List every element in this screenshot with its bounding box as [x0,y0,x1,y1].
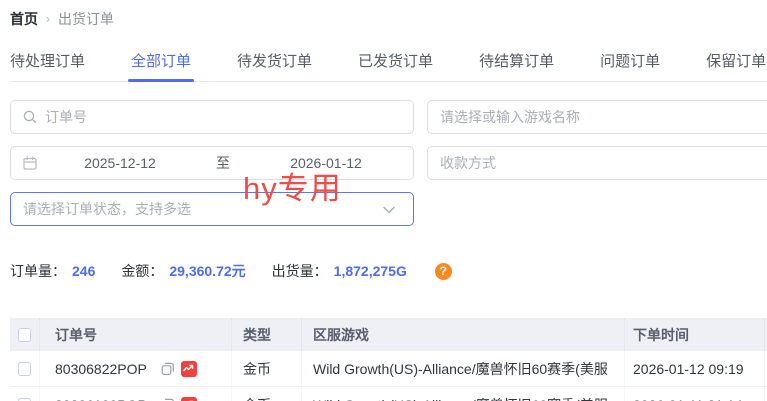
breadcrumb-current: 出货订单 [58,9,114,29]
date-range-separator: 至 [203,153,243,173]
game-server-text: Wild Growth(US)-Alliance/魔兽怀旧60赛季(美服 [302,387,625,401]
date-start-value[interactable]: 2025-12-12 [45,155,195,171]
table-header-row: 订单号 类型 区服游戏 下单时间 [10,318,767,351]
orders-table: 订单号 类型 区服游戏 下单时间 80306822POP 金币 Wild Gro… [10,318,767,401]
shipment-label: 出货量： [272,261,328,281]
header-type: 类型 [232,318,302,351]
payment-method-input[interactable] [440,155,767,171]
chevron-down-icon [383,201,395,217]
tab-all-orders[interactable]: 全部订单 [131,50,191,71]
order-tabs: 待处理订单 全部订单 待发货订单 已发货订单 待结算订单 问题订单 保留订单 [10,50,767,82]
tab-to-settle-orders[interactable]: 待结算订单 [479,50,554,71]
game-server-text: Wild Growth(US)-Alliance/魔兽怀旧60赛季(美服 [302,351,625,386]
help-icon[interactable]: ? [435,263,452,280]
tab-pending-orders[interactable]: 待处理订单 [10,50,85,71]
game-name-select-box[interactable] [427,100,767,134]
order-count-label: 订单量： [10,261,66,281]
summary-stats-bar: 订单量： 246 金额： 29,360.72元 出货量： 1,872,275G … [10,261,767,281]
order-count-value: 246 [72,263,95,279]
row-checkbox[interactable] [18,398,31,401]
order-no-text: 80306199POP [55,397,147,401]
order-type-text: 金币 [232,351,302,386]
amount-label: 金额： [121,261,163,281]
row-checkbox[interactable] [18,362,31,376]
table-row: 80306822POP 金币 Wild Growth(US)-Alliance/… [10,351,767,387]
shipment-value: 1,872,275G [334,263,407,279]
order-status-select[interactable]: 请选择订单状态，支持多选 [10,192,414,226]
breadcrumb-home-link[interactable]: 首页 [10,9,38,29]
order-no-search-box[interactable] [10,100,414,134]
tab-shipped-orders[interactable]: 已发货订单 [358,50,433,71]
date-range-picker[interactable]: 2025-12-12 至 2026-01-12 [10,146,414,180]
filter-panel: 2025-12-12 至 2026-01-12 请选择订单状态，支持多选 [10,100,767,226]
date-end-value[interactable]: 2026-01-12 [251,155,401,171]
search-icon [23,110,37,124]
breadcrumb-separator-icon: › [46,12,50,26]
select-all-checkbox[interactable] [18,328,31,342]
order-time-text: 2026-01-12 09:19 [625,351,765,386]
tab-to-ship-orders[interactable]: 待发货订单 [237,50,312,71]
price-trend-icon[interactable] [181,361,197,377]
payment-method-box[interactable] [427,146,767,180]
game-name-input[interactable] [440,109,767,125]
order-no-text: 80306822POP [55,361,147,377]
copy-icon[interactable] [161,362,175,376]
breadcrumb: 首页 › 出货订单 [10,9,767,29]
header-game: 区服游戏 [302,318,625,351]
header-order-no: 订单号 [40,318,232,351]
tab-reserved-orders[interactable]: 保留订单 [706,50,766,71]
header-time: 下单时间 [625,318,765,351]
order-time-text: 2026-01-11 21:14 [625,387,765,401]
calendar-icon [23,156,37,170]
table-row: 80306199POP 金币 Wild Growth(US)-Alliance/… [10,387,767,401]
order-status-placeholder: 请选择订单状态，支持多选 [23,199,191,219]
tab-problem-orders[interactable]: 问题订单 [600,50,660,71]
price-trend-icon[interactable] [181,397,197,401]
order-management-page: 首页 › 出货订单 待处理订单 全部订单 待发货订单 已发货订单 待结算订单 问… [0,0,767,401]
copy-icon[interactable] [161,398,175,401]
order-no-input[interactable] [45,109,401,125]
order-type-text: 金币 [232,387,302,401]
amount-value: 29,360.72元 [169,261,245,281]
